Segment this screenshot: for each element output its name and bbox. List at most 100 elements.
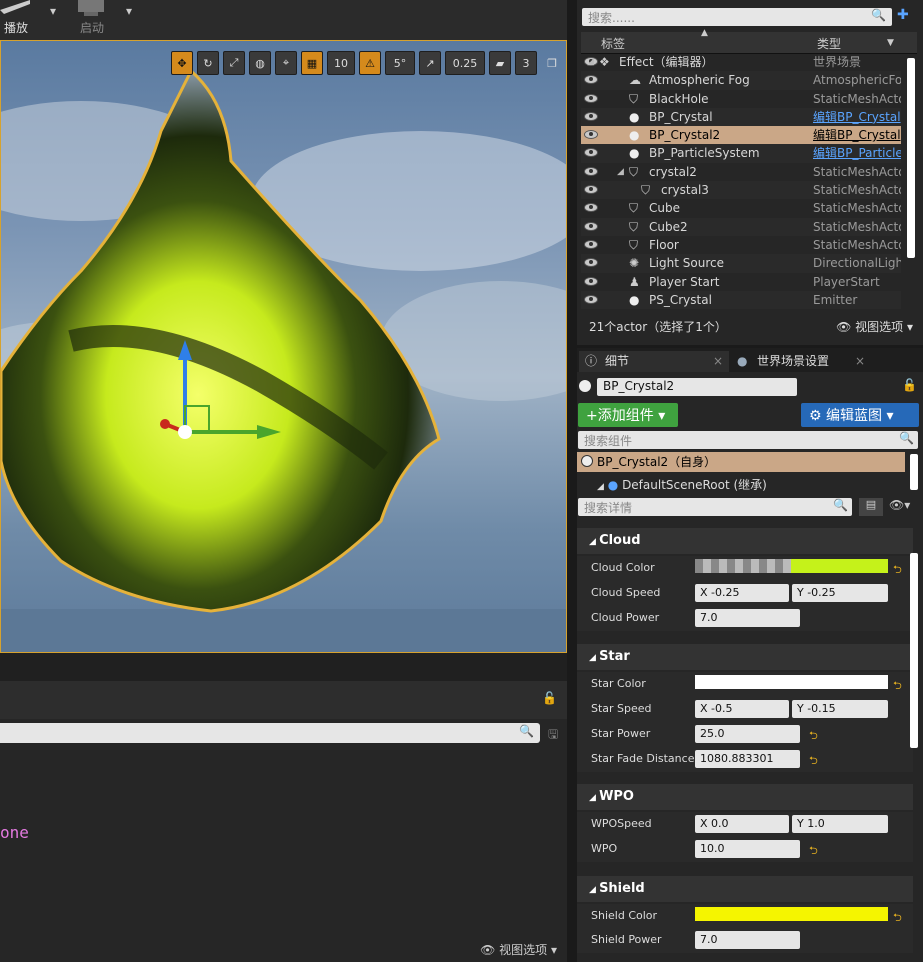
visibility-eye-icon[interactable] (584, 258, 598, 268)
component-self-row[interactable]: BP_Crystal2（自身） (577, 452, 905, 472)
column-type[interactable]: 类型 (817, 35, 841, 52)
visibility-eye-icon[interactable] (584, 111, 598, 121)
save-icon[interactable]: 🖫 (548, 725, 558, 746)
play-dropdown-icon[interactable]: ▾ (50, 4, 56, 18)
transform-gizmo[interactable] (151, 336, 291, 456)
reset-default-icon[interactable]: ⮌ (809, 727, 818, 746)
outliner-row[interactable]: ✺ Light Source DirectionalLight (581, 254, 901, 273)
cloud-color-swatch[interactable] (791, 559, 888, 573)
translate-mode-icon[interactable]: ✥ (171, 51, 193, 75)
world-local-icon[interactable]: ◍ (249, 51, 271, 75)
tab-details[interactable]: ⓘ 细节 × (579, 351, 729, 372)
visibility-eye-icon[interactable] (584, 93, 598, 103)
category-wpo[interactable]: ◢ WPO (577, 784, 913, 810)
reset-default-icon[interactable]: ⮌ (809, 842, 818, 861)
outliner-row[interactable]: ⛉ Floor StaticMeshActor (581, 236, 901, 254)
wpo-input[interactable]: 10.0 (695, 840, 800, 858)
launch-button[interactable]: ▾ 启动 (72, 0, 142, 40)
play-button[interactable]: ▾ 播放 (0, 0, 60, 40)
bottom-left-search-input[interactable]: 🔍 (0, 723, 540, 743)
outliner-row[interactable]: ⛉ Cube StaticMeshActor (581, 199, 901, 217)
reset-default-icon[interactable]: ⮌ (893, 561, 902, 580)
visibility-eye-icon[interactable] (584, 130, 598, 140)
expand-arrow-icon[interactable]: ◢ (617, 163, 624, 181)
launch-dropdown-icon[interactable]: ▾ (126, 4, 132, 18)
bottom-view-options-button[interactable]: 👁 视图选项 ▾ (480, 941, 557, 958)
expand-arrow-icon[interactable]: ◢ (587, 53, 594, 71)
camera-speed-value[interactable]: 3 (515, 51, 537, 75)
outliner-view-options-button[interactable]: 👁 视图选项 ▾ (836, 318, 913, 335)
outliner-row[interactable]: ● BP_ParticleSystem 编辑BP_Particle (581, 144, 901, 163)
cloud-power-input[interactable]: 7.0 (695, 609, 800, 627)
cloud-speed-x-input[interactable]: X -0.25 (695, 584, 789, 602)
visibility-eye-icon[interactable] (584, 221, 598, 231)
close-icon[interactable]: × (713, 351, 723, 372)
outliner-scrollbar[interactable] (907, 58, 915, 258)
scale-snap-icon[interactable]: ↗ (419, 51, 441, 75)
outliner-row[interactable]: ● BP_Crystal 编辑BP_Crystal (581, 107, 901, 127)
eye-icon[interactable]: 👁▾ (889, 498, 910, 512)
property-matrix-icon[interactable]: ▤ (859, 498, 883, 516)
panel-splitter[interactable] (567, 0, 577, 962)
visibility-eye-icon[interactable] (584, 148, 598, 158)
outliner-row[interactable]: ⛉ Cube2 StaticMeshActor (581, 217, 901, 236)
edit-blueprint-button[interactable]: ⚙ 编辑蓝图 ▾ (801, 403, 919, 427)
visibility-eye-icon[interactable] (584, 75, 598, 85)
visibility-eye-icon[interactable] (584, 239, 598, 249)
visibility-eye-icon[interactable] (584, 203, 598, 213)
outliner-row[interactable]: ⛉ crystal3 StaticMeshActor (581, 181, 901, 200)
star-power-input[interactable]: 25.0 (695, 725, 800, 743)
actor-name-field[interactable]: BP_Crystal2 (597, 378, 797, 396)
visibility-eye-icon[interactable] (584, 185, 598, 195)
rotate-snap-value[interactable]: 5° (385, 51, 415, 75)
star-speed-x-input[interactable]: X -0.5 (695, 700, 789, 718)
visibility-eye-icon[interactable] (584, 166, 598, 176)
outliner-row-type[interactable]: 编辑BP_Crystal (813, 108, 901, 126)
outliner-row[interactable]: ⛉ BlackHole StaticMeshActor (581, 90, 901, 108)
component-search-input[interactable]: 搜索组件 🔍 (578, 431, 918, 449)
type-dropdown-icon[interactable]: ▼ (887, 38, 894, 48)
outliner-row[interactable]: ☁ Atmospheric Fog AtmosphericFog (581, 71, 901, 90)
outliner-row[interactable]: ◢ ⛉ crystal2 StaticMeshActor (581, 163, 901, 181)
visibility-eye-icon[interactable] (584, 294, 598, 304)
outliner-row[interactable]: ◢ ❖ Effect（编辑器） 世界场景 (581, 53, 901, 71)
outliner-row-type[interactable]: 编辑BP_Crystal (813, 126, 901, 144)
surface-snap-icon[interactable]: ⌖ (275, 51, 297, 75)
rotate-mode-icon[interactable]: ↻ (197, 51, 219, 75)
shield-power-input[interactable]: 7.0 (695, 931, 800, 949)
reset-default-icon[interactable]: ⮌ (809, 752, 818, 771)
column-label[interactable]: 标签 (601, 35, 625, 52)
grid-snap-value[interactable]: 10 (327, 51, 355, 75)
lock-icon[interactable]: 🔓 (542, 691, 557, 705)
close-icon[interactable]: × (855, 351, 865, 372)
outliner-row[interactable]: ♟ Player Start PlayerStart (581, 273, 901, 291)
camera-speed-icon[interactable]: ▰ (489, 51, 511, 75)
add-component-button[interactable]: +添加组件 ▾ (578, 403, 678, 427)
cloud-speed-y-input[interactable]: Y -0.25 (792, 584, 888, 602)
components-scrollbar[interactable] (910, 454, 918, 490)
maximize-viewport-icon[interactable]: ❐ (541, 51, 563, 75)
wpo-speed-x-input[interactable]: X 0.0 (695, 815, 789, 833)
grid-snap-icon[interactable]: ▦ (301, 51, 323, 75)
outliner-row-type[interactable]: 编辑BP_Particle (813, 144, 901, 162)
default-scene-root-row[interactable]: ◢ ● DefaultSceneRoot (继承) (597, 476, 767, 493)
outliner-row[interactable]: ● PS_Crystal Emitter (581, 290, 901, 310)
outliner-search-input[interactable]: 搜索...... 🔍 (582, 8, 892, 26)
scale-mode-icon[interactable]: ⤢ (223, 51, 245, 75)
tab-world-settings[interactable]: ● 世界场景设置 × (731, 351, 871, 372)
wpo-speed-y-input[interactable]: Y 1.0 (792, 815, 888, 833)
lock-icon[interactable]: 🔓 (902, 378, 917, 392)
level-viewport[interactable]: ✥ ↻ ⤢ ◍ ⌖ ▦ 10 ⚠ 5° ↗ 0.25 ▰ 3 ❐ (0, 40, 567, 653)
add-folder-icon[interactable]: ✚ (897, 7, 915, 25)
reset-default-icon[interactable]: ⮌ (893, 677, 902, 696)
outliner-row[interactable]: ● BP_Crystal2 编辑BP_Crystal (581, 126, 901, 145)
details-search-input[interactable]: 搜索详情 🔍 (578, 498, 852, 516)
star-fade-distance-input[interactable]: 1080.883301 (695, 750, 800, 768)
reset-default-icon[interactable]: ⮌ (893, 909, 902, 928)
star-speed-y-input[interactable]: Y -0.15 (792, 700, 888, 718)
star-color-swatch[interactable] (695, 675, 888, 689)
category-shield[interactable]: ◢ Shield (577, 876, 913, 902)
cloud-color-alpha-swatch[interactable] (695, 559, 791, 573)
category-star[interactable]: ◢ Star (577, 644, 913, 670)
scale-snap-value[interactable]: 0.25 (445, 51, 485, 75)
